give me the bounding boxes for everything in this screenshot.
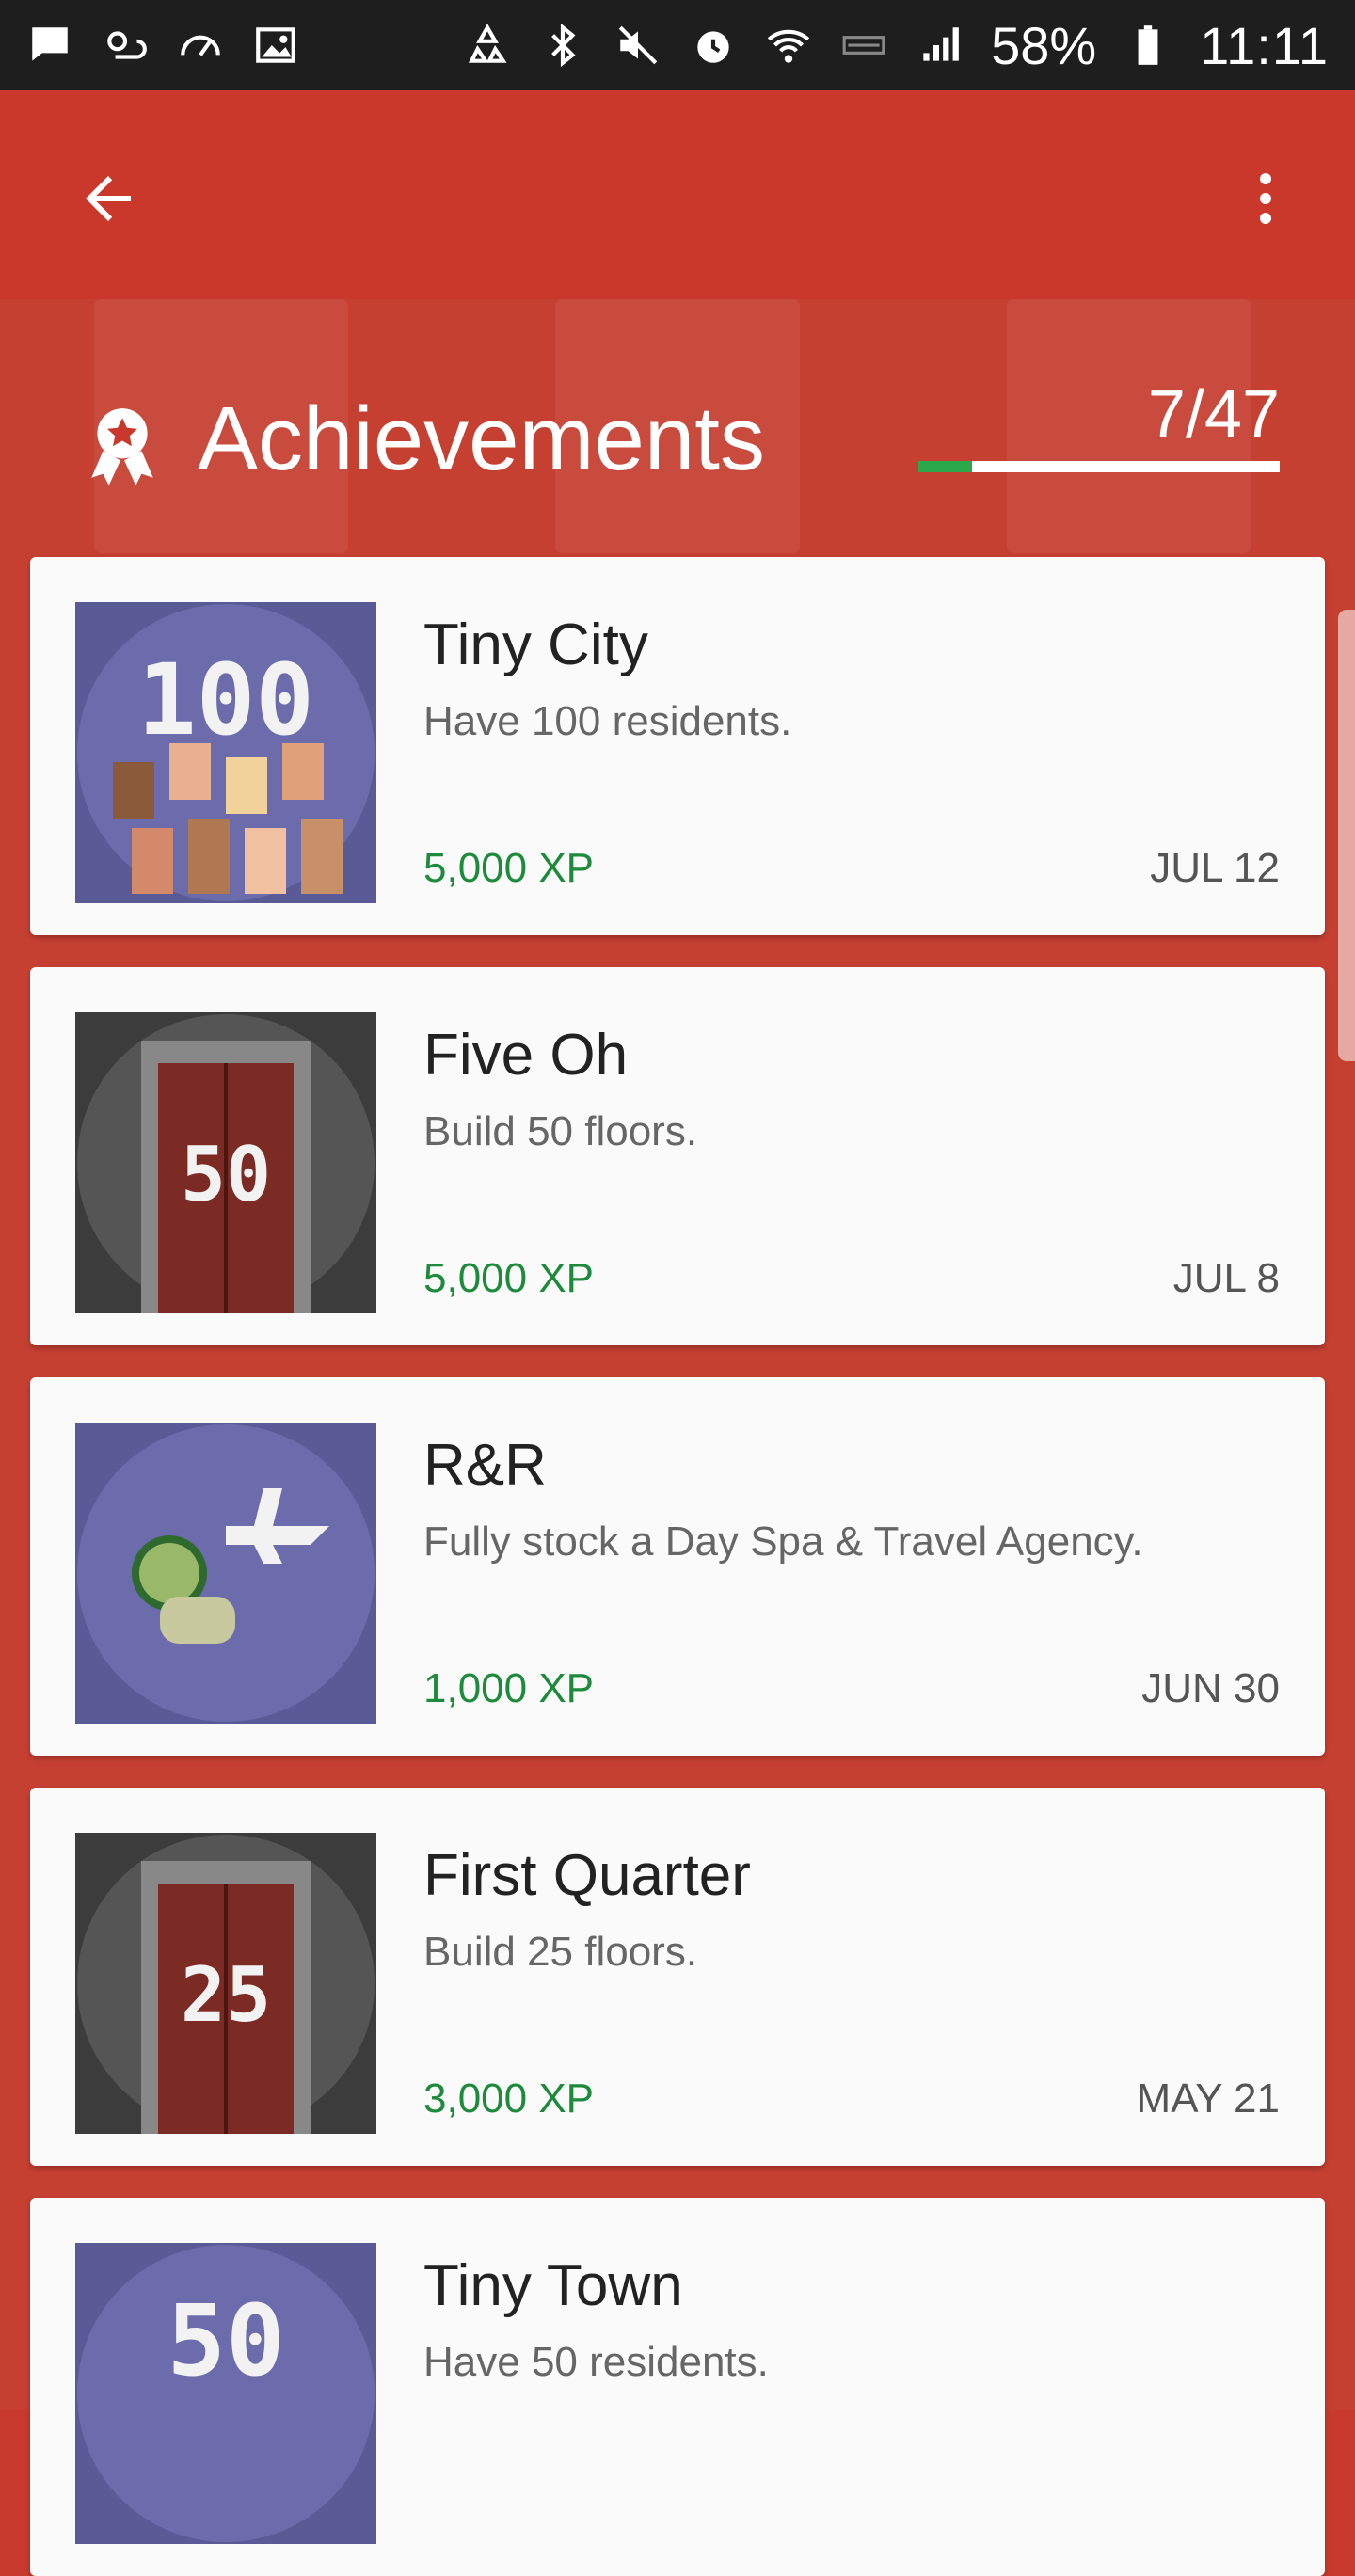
app-bar: [0, 90, 1355, 299]
achievement-card[interactable]: R&R Fully stock a Day Spa & Travel Agenc…: [30, 1377, 1325, 1756]
badge-number: 50: [167, 2283, 284, 2398]
achievement-badge-image: [75, 1423, 376, 1724]
achievement-date: JUN 30: [1141, 1665, 1280, 1711]
award-ribbon-icon: [91, 408, 153, 485]
achievement-xp: 5,000 XP: [423, 1255, 595, 1301]
battery-percent: 58%: [991, 15, 1097, 75]
volte-icon: [840, 22, 887, 69]
achievement-card[interactable]: 50 Five Oh Build 50 floors. 5,000 XP JUL…: [30, 967, 1325, 1345]
achievement-date: JUL 8: [1172, 1255, 1280, 1301]
signal-icon: [916, 22, 963, 69]
achievement-title: First Quarter: [423, 1843, 751, 1908]
achievement-badge-image: 50: [75, 1012, 376, 1313]
badge-number: 100: [137, 643, 314, 757]
achievement-description: Fully stock a Day Spa & Travel Agency.: [423, 1519, 1143, 1565]
achievement-xp: 3,000 XP: [423, 2075, 595, 2122]
achievement-progress-count: 7/47: [1147, 377, 1280, 453]
achievement-card[interactable]: 25 First Quarter Build 25 floors. 3,000 …: [30, 1788, 1325, 2166]
achievement-badge-image: 50: [75, 2243, 376, 2544]
back-button[interactable]: [56, 147, 160, 250]
achievement-title: Tiny City: [423, 612, 648, 677]
achievement-card[interactable]: 100 Tiny City Have 100 residents. 5,000 …: [30, 557, 1325, 935]
overflow-menu-button[interactable]: [1214, 147, 1317, 250]
achievement-badge-image: 25: [75, 1833, 376, 2134]
badge-number: 50: [181, 1131, 271, 1218]
clock: 11:11: [1200, 15, 1329, 75]
achievement-progress-fill: [918, 461, 973, 472]
alarm-icon: [690, 22, 737, 69]
chat-icon: [26, 22, 73, 69]
status-bar-left: [26, 22, 299, 69]
achievement-description: Build 50 floors.: [423, 1108, 698, 1154]
scroll-indicator: [1338, 610, 1355, 1061]
achievement-progress-bar: [918, 461, 1280, 472]
page-title: Achievements: [198, 389, 765, 489]
arrow-back-icon: [86, 176, 131, 221]
weather-icon: [102, 22, 149, 69]
recycle-icon: [464, 22, 511, 69]
achievement-card[interactable]: 50 Tiny Town Have 50 residents.: [30, 2198, 1325, 2576]
achievement-date: MAY 21: [1136, 2075, 1280, 2122]
speedometer-icon: [177, 22, 224, 69]
achievement-description: Have 100 residents.: [423, 698, 792, 744]
bluetooth-icon: [539, 22, 586, 69]
achievement-description: Build 25 floors.: [423, 1929, 698, 1975]
status-bar-right: 58% 11:11: [464, 15, 1329, 76]
badge-number: 25: [181, 1951, 271, 2039]
achievement-xp: 1,000 XP: [423, 1665, 595, 1711]
wifi-icon: [765, 22, 812, 69]
achievement-title: Tiny Town: [423, 2253, 683, 2318]
achievement-xp: 5,000 XP: [423, 845, 595, 891]
image-icon: [252, 22, 299, 69]
status-bar: 58% 11:11: [0, 0, 1355, 90]
residents-illustration: [113, 743, 343, 894]
more-vert-icon: [1260, 173, 1271, 224]
battery-icon: [1124, 22, 1172, 69]
achievement-badge-image: 100: [75, 602, 376, 903]
achievement-title: R&R: [423, 1433, 547, 1498]
mute-icon: [614, 22, 662, 69]
achievement-date: JUL 12: [1150, 845, 1280, 891]
achievement-title: Five Oh: [423, 1023, 629, 1088]
achievement-description: Have 50 residents.: [423, 2339, 769, 2385]
